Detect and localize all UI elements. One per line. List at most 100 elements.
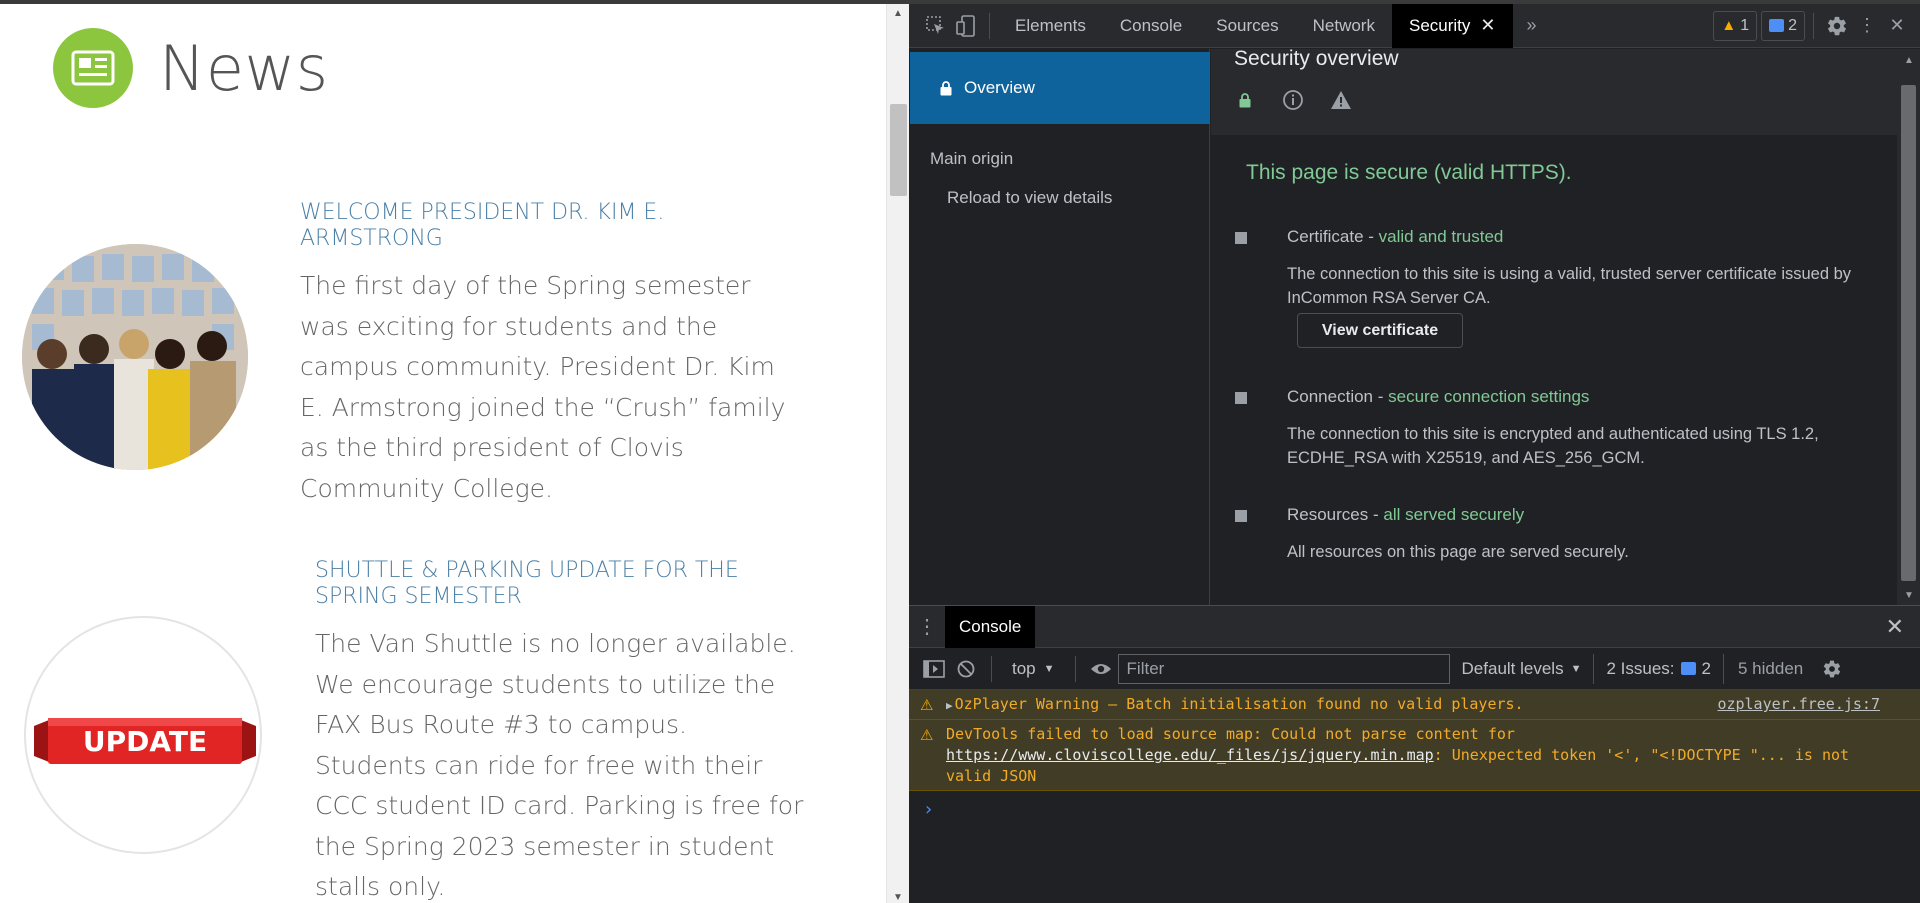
warning-icon: ▲ [1721, 17, 1737, 34]
tab-elements[interactable]: Elements [998, 4, 1103, 48]
expand-arrow-icon[interactable]: ▶ [946, 699, 953, 712]
console-warning-row[interactable]: ⚠ DevTools failed to load source map: Co… [909, 720, 1920, 791]
tab-console[interactable]: Console [1103, 4, 1199, 48]
update-badge-text: UPDATE [83, 725, 207, 758]
hidden-messages-count: 5 hidden [1738, 658, 1804, 678]
toolbar-divider [1074, 655, 1076, 682]
messages-badge[interactable]: 2 [1761, 10, 1805, 41]
connection-status: secure connection settings [1388, 387, 1590, 406]
toolbar-divider [991, 655, 992, 682]
drawer-tab-console[interactable]: Console [945, 605, 1036, 648]
scroll-down-arrow-icon[interactable]: ▼ [893, 892, 903, 903]
drawer-tab-bar: ⋮ Console ✕ [909, 605, 1920, 648]
news-article: SHUTTLE & PARKING UPDATE FOR THE SPRING … [315, 558, 805, 903]
scroll-up-arrow-icon[interactable]: ▲ [1904, 55, 1914, 66]
console-toolbar: top ▼ Default levels ▼ 2 Issues: 2 5 hid… [909, 648, 1920, 690]
sidebar-toggle-icon[interactable] [919, 654, 949, 684]
issues-label: 2 Issues: [1606, 658, 1675, 678]
warning-count: 1 [1740, 16, 1750, 34]
page-scroll-thumb[interactable] [890, 104, 907, 196]
connection-title: Connection - secure connection settings [1287, 387, 1589, 407]
news-article: WELCOME PRESIDENT DR. KIM E. ARMSTRONG T… [300, 200, 790, 509]
page-title: News [159, 31, 329, 105]
bullet-icon [1235, 392, 1247, 404]
security-scroll-thumb[interactable] [1901, 85, 1916, 581]
warning-icon: ⚠ [920, 696, 934, 714]
lock-icon [940, 80, 952, 95]
security-scrollbar[interactable]: ▲ ▼ [1897, 49, 1920, 605]
console-settings-gear-icon[interactable] [1817, 654, 1847, 684]
certificate-label: Certificate - [1287, 227, 1379, 246]
devtools-panel: Elements Console Sources Network Securit… [909, 0, 1920, 903]
bullet-icon [1235, 232, 1247, 244]
log-source-link[interactable]: ozplayer.free.js:7 [1717, 694, 1880, 715]
source-map-url-link[interactable]: https://www.cloviscollege.edu/_files/js/… [946, 746, 1434, 764]
article-summary: The first day of the Spring semester was… [300, 271, 786, 503]
view-certificate-button[interactable]: View certificate [1297, 313, 1463, 348]
issues-count: 2 [1701, 658, 1711, 678]
clear-console-icon[interactable] [951, 654, 981, 684]
warnings-badge[interactable]: ▲ 1 [1713, 10, 1758, 41]
close-drawer-icon[interactable]: ✕ [1886, 614, 1904, 640]
newspaper-icon [53, 28, 133, 108]
article-heading-link[interactable]: WELCOME PRESIDENT DR. KIM E. ARMSTRONG [300, 200, 790, 252]
log-message-prefix: DevTools failed to load source map: Coul… [946, 725, 1515, 743]
close-tab-icon[interactable]: ✕ [1480, 15, 1495, 36]
message-icon [1680, 662, 1696, 675]
message-count: 2 [1788, 16, 1797, 34]
resources-title: Resources - all served securely [1287, 505, 1524, 525]
news-header: News [53, 28, 329, 108]
devtools-toolbar: Elements Console Sources Network Securit… [909, 0, 1920, 48]
drawer-menu-icon[interactable]: ⋮ [909, 614, 945, 639]
scroll-up-arrow-icon[interactable]: ▲ [893, 8, 903, 19]
more-tabs-icon[interactable]: » [1517, 11, 1547, 41]
close-devtools-icon[interactable]: ✕ [1882, 11, 1912, 41]
web-page: News WELCOME PRESIDENT DR. KIM E. ARMSTR… [0, 0, 909, 903]
console-drawer: ⋮ Console ✕ top ▼ Default levels ▼ [909, 605, 1920, 903]
sidebar-item-overview[interactable]: Overview [910, 52, 1210, 124]
president-photo[interactable] [22, 244, 248, 470]
security-overview-panel: Security overview This page is secure (v… [1211, 47, 1920, 605]
sidebar-item-reload[interactable]: Reload to view details [947, 188, 1112, 208]
more-options-icon[interactable]: ⋮ [1852, 11, 1882, 41]
security-header: Security overview [1211, 47, 1897, 135]
article-summary: The Van Shuttle is no longer available. … [315, 629, 804, 901]
dropdown-arrow-icon: ▼ [1043, 662, 1055, 675]
inspect-element-icon[interactable] [921, 11, 951, 41]
certificate-description: The connection to this site is using a v… [1287, 265, 1852, 307]
console-filter-input[interactable] [1117, 653, 1450, 684]
tab-security-label: Security [1408, 15, 1471, 35]
warning-icon: ⚠ [920, 726, 934, 744]
log-levels-label: Default levels [1461, 658, 1564, 678]
security-overview-title: Security overview [1234, 47, 1399, 70]
connection-description: The connection to this site is encrypted… [1287, 425, 1819, 467]
console-prompt[interactable]: › [909, 791, 1920, 820]
tab-sources[interactable]: Sources [1199, 4, 1295, 48]
resources-label: Resources - [1287, 505, 1384, 524]
toolbar-divider [1813, 12, 1814, 39]
article-heading-link[interactable]: SHUTTLE & PARKING UPDATE FOR THE SPRING … [315, 558, 805, 610]
resources-status: all served securely [1383, 505, 1525, 524]
security-sidebar: Overview Main origin Reload to view deta… [909, 49, 1210, 605]
log-levels-dropdown[interactable]: Default levels ▼ [1452, 659, 1592, 679]
settings-gear-icon[interactable] [1822, 11, 1852, 41]
console-warning-row[interactable]: ⚠ ▶ OzPlayer Warning – Batch initialisati… [909, 690, 1920, 720]
context-selector[interactable]: top ▼ [1002, 659, 1065, 679]
dropdown-arrow-icon: ▼ [1570, 662, 1582, 675]
tab-security[interactable]: Security ✕ [1391, 3, 1513, 48]
warning-triangle-icon [1330, 89, 1352, 111]
log-message: OzPlayer Warning – Batch initialisation … [954, 695, 1524, 713]
device-toolbar-icon[interactable] [951, 11, 981, 41]
main-origin-heading: Main origin [930, 149, 1014, 168]
toolbar-divider [989, 12, 990, 39]
secure-summary-text: This page is secure (valid HTTPS). [1246, 161, 1572, 184]
certificate-title: Certificate - valid and trusted [1287, 227, 1503, 247]
certificate-status: valid and trusted [1378, 227, 1504, 246]
security-status-icons [1234, 89, 1352, 111]
scroll-down-arrow-icon[interactable]: ▼ [1904, 590, 1914, 601]
issues-button[interactable]: 2 Issues: 2 [1593, 653, 1724, 684]
live-expression-eye-icon[interactable] [1086, 654, 1116, 684]
tab-network[interactable]: Network [1296, 4, 1392, 48]
update-badge-image[interactable]: UPDATE [24, 616, 262, 854]
page-scrollbar[interactable]: ▲ ▼ [886, 4, 909, 903]
